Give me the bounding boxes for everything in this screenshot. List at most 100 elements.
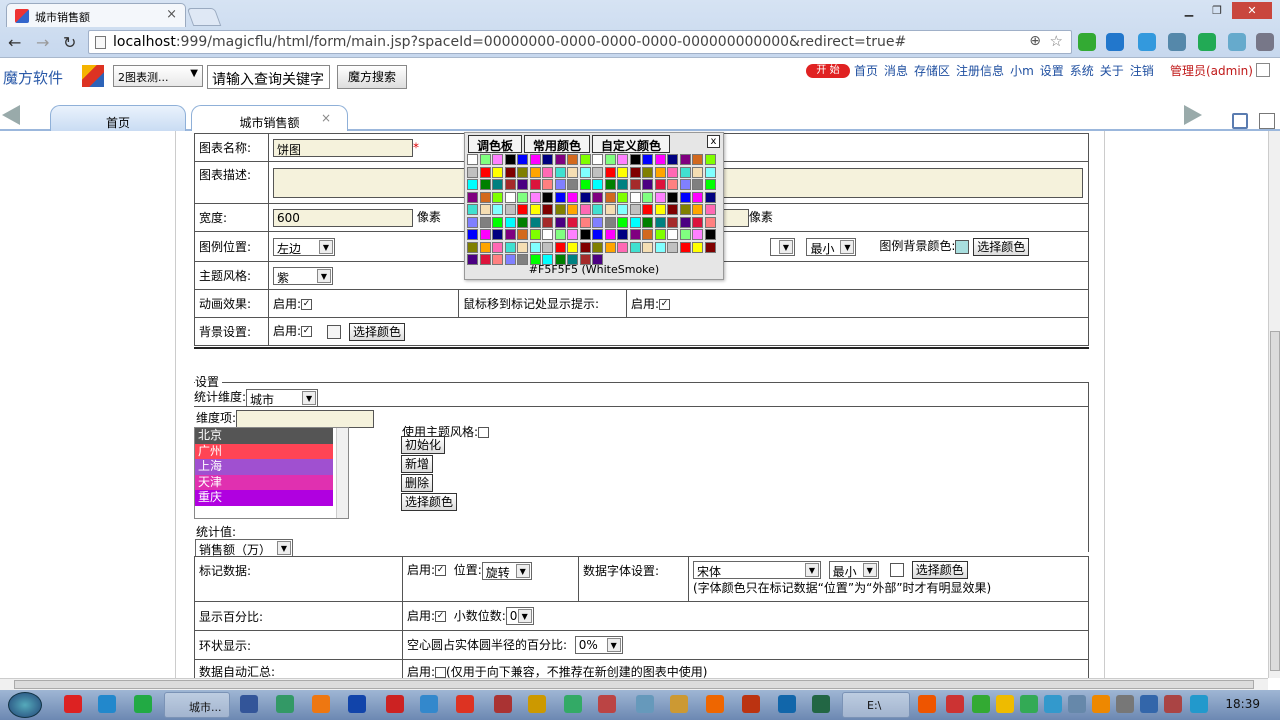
color-swatch[interactable] — [679, 241, 691, 253]
color-swatch[interactable] — [617, 241, 628, 253]
save-icon[interactable] — [1232, 113, 1248, 129]
extension-icon[interactable] — [1078, 33, 1096, 51]
animation-checkbox[interactable]: ✓ — [301, 299, 313, 310]
list-item[interactable]: 北京 — [195, 428, 333, 444]
nav-link-about[interactable]: 关于 — [1100, 62, 1124, 79]
app-icon[interactable] — [670, 695, 688, 713]
color-swatch[interactable] — [604, 204, 616, 215]
tray-icon[interactable] — [946, 695, 964, 713]
color-swatch[interactable] — [604, 229, 616, 240]
minimize-icon[interactable]: ▁ — [1176, 2, 1202, 19]
zoom-icon[interactable]: ⊕ — [1029, 33, 1041, 49]
color-swatch[interactable] — [704, 179, 716, 190]
color-swatch[interactable] — [554, 204, 566, 215]
color-swatch[interactable] — [579, 216, 591, 228]
tray-icon[interactable] — [996, 695, 1014, 713]
color-swatch[interactable] — [654, 166, 666, 178]
color-swatch[interactable] — [554, 154, 566, 165]
tray-icon[interactable] — [972, 695, 990, 713]
color-swatch[interactable] — [642, 216, 653, 228]
color-swatch[interactable] — [504, 166, 516, 178]
color-swatch[interactable] — [517, 216, 528, 228]
color-swatch[interactable] — [554, 191, 566, 203]
list-item[interactable]: 上海 — [195, 459, 333, 475]
nav-link-small-m[interactable]: 小m — [1010, 62, 1034, 79]
color-swatch[interactable] — [592, 229, 603, 240]
color-swatch[interactable] — [517, 154, 528, 165]
color-swatch[interactable] — [579, 241, 591, 253]
dimension-item-list[interactable]: 北京 广州 上海 天津 重庆 — [194, 427, 349, 519]
windows-start-icon[interactable] — [8, 692, 42, 718]
color-swatch[interactable] — [467, 179, 478, 190]
color-swatch[interactable] — [592, 216, 603, 228]
color-swatch[interactable] — [467, 229, 478, 240]
color-swatch[interactable] — [479, 166, 491, 178]
filezilla-icon[interactable] — [386, 695, 404, 713]
color-swatch[interactable] — [679, 191, 691, 203]
color-swatch[interactable] — [629, 154, 641, 165]
photoshop-icon[interactable] — [778, 695, 796, 713]
color-swatch[interactable] — [704, 216, 716, 228]
scroll-right-arrow-icon[interactable] — [1184, 105, 1202, 125]
tab-palette[interactable]: 调色板 — [468, 135, 523, 153]
nav-link-storage[interactable]: 存储区 — [914, 62, 950, 79]
tray-icon[interactable] — [1044, 695, 1062, 713]
color-swatch[interactable] — [504, 179, 516, 190]
color-swatch[interactable] — [542, 204, 553, 215]
use-theme-checkbox[interactable] — [478, 427, 490, 438]
url-text[interactable]: localhost:999/magicflu/html/form/main.js… — [113, 34, 906, 50]
app-icon[interactable] — [276, 695, 294, 713]
tray-icon[interactable] — [1164, 695, 1182, 713]
close-icon[interactable]: x — [707, 135, 720, 148]
color-swatch[interactable] — [642, 154, 653, 165]
color-swatch[interactable] — [592, 241, 603, 253]
color-swatch[interactable] — [479, 154, 491, 165]
font-size-select[interactable]: 最小 ▼ — [828, 561, 879, 579]
color-swatch[interactable] — [517, 179, 528, 190]
color-swatch[interactable] — [617, 204, 628, 215]
item-choose-color-button[interactable]: 选择颜色 — [401, 493, 458, 511]
legend-size-select[interactable]: 最小 ▼ — [806, 237, 857, 256]
search-input[interactable]: 请输入查询关键字 — [207, 65, 330, 89]
color-swatch[interactable] — [542, 154, 553, 165]
vertical-scrollbar[interactable] — [1268, 131, 1280, 678]
tab-home[interactable]: 首页 — [50, 105, 186, 131]
color-swatch[interactable] — [517, 166, 528, 178]
color-swatch[interactable] — [617, 154, 628, 165]
color-swatch[interactable] — [679, 204, 691, 215]
color-swatch[interactable] — [679, 179, 691, 190]
color-swatch[interactable] — [592, 191, 603, 203]
color-swatch[interactable] — [642, 191, 653, 203]
color-swatch[interactable] — [579, 191, 591, 203]
color-swatch[interactable] — [679, 216, 691, 228]
new-tab-button[interactable] — [186, 8, 222, 26]
color-swatch[interactable] — [479, 179, 491, 190]
back-arrow-icon[interactable]: ← — [8, 33, 21, 52]
color-swatch[interactable] — [592, 204, 603, 215]
tray-icon[interactable] — [1068, 695, 1086, 713]
tray-icon[interactable] — [1140, 695, 1158, 713]
color-swatch[interactable] — [704, 191, 716, 203]
color-swatch[interactable] — [704, 229, 716, 240]
color-swatch[interactable] — [529, 154, 541, 165]
color-swatch[interactable] — [479, 216, 491, 228]
app-icon[interactable] — [348, 695, 366, 713]
nav-link-messages[interactable]: 消息 — [884, 62, 908, 79]
color-swatch[interactable] — [617, 229, 628, 240]
color-swatch[interactable] — [692, 191, 703, 203]
color-swatch[interactable] — [667, 229, 678, 240]
color-swatch[interactable] — [529, 179, 541, 190]
position-select[interactable]: 旋转 ▼ — [481, 561, 532, 580]
color-swatch[interactable] — [617, 166, 628, 178]
color-swatch[interactable] — [492, 154, 503, 165]
color-swatch[interactable] — [704, 154, 716, 165]
color-swatch[interactable] — [704, 166, 716, 178]
color-swatch[interactable] — [492, 216, 503, 228]
color-swatch[interactable] — [604, 154, 616, 165]
font-color-swatch[interactable] — [890, 563, 905, 577]
color-swatch[interactable] — [604, 241, 616, 253]
delete-button[interactable]: 删除 — [401, 474, 434, 492]
font-choose-color-button[interactable]: 选择颜色 — [911, 561, 968, 579]
color-swatch[interactable] — [692, 229, 703, 240]
auto-sum-checkbox[interactable] — [435, 667, 447, 678]
